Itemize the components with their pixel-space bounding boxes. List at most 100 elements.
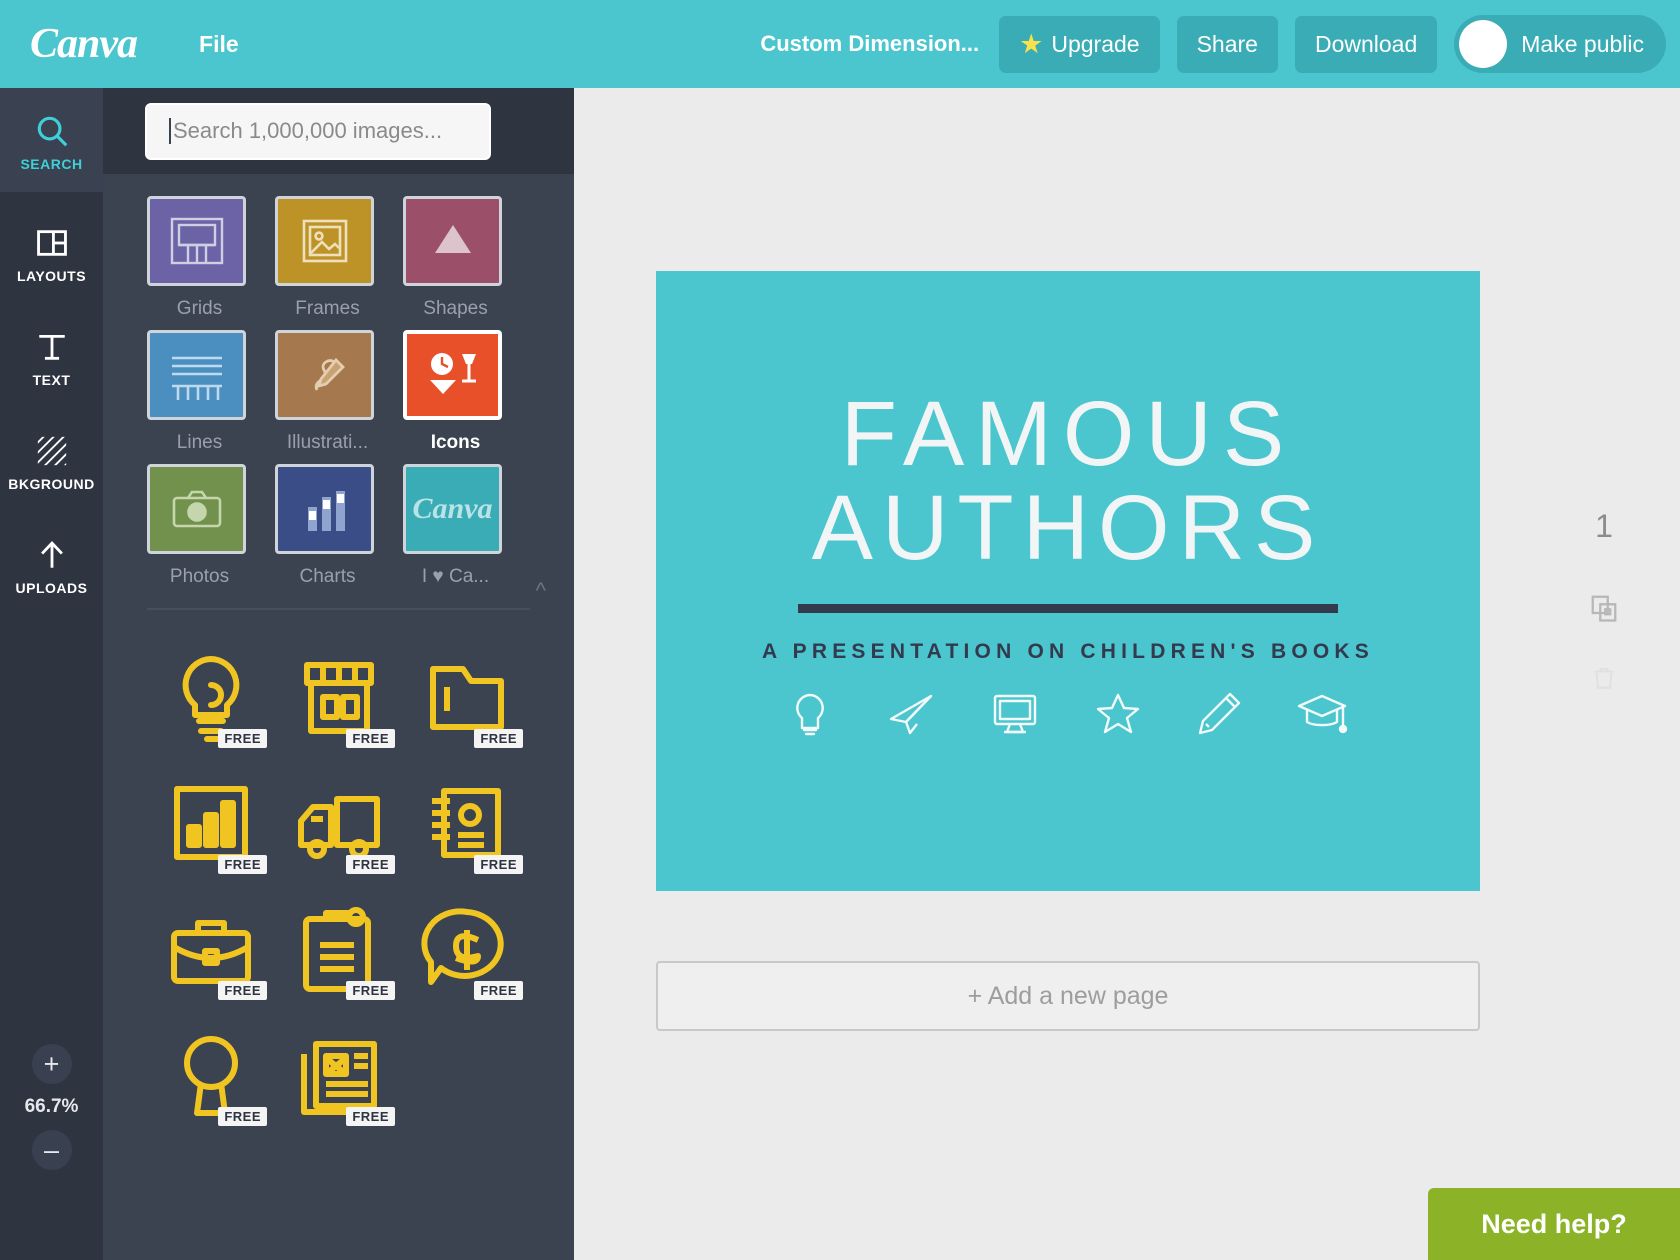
canva-editor: Canva File Custom Dimension... ★ Upgrade… [0, 0, 1680, 1260]
free-badge: FREE [218, 729, 267, 748]
free-badge: FREE [218, 1107, 267, 1126]
rail-divider [0, 192, 103, 200]
toggle-knob [1459, 20, 1508, 68]
category-tile-frames[interactable]: Frames [275, 196, 403, 320]
panel-header: Search 1,000,000 images... [103, 88, 574, 174]
list-item[interactable]: FREE [147, 634, 275, 760]
category-tile-grid: Grids Frames Shapes Lines Illustrati... … [147, 174, 547, 598]
share-button[interactable]: Share [1176, 15, 1278, 73]
monitor-icon [990, 691, 1040, 737]
design-icon-row [656, 690, 1480, 738]
free-badge: FREE [346, 981, 395, 1000]
panel-divider: ^ [147, 578, 546, 610]
list-item[interactable]: FREE [147, 886, 275, 1012]
document-dimension-label[interactable]: Custom Dimension... [760, 31, 979, 57]
design-rule [798, 603, 1338, 613]
page-title: FAMOUS AUTHORS [656, 383, 1480, 579]
file-menu[interactable]: File [199, 31, 239, 58]
page-controls: 1 [1564, 508, 1644, 733]
top-toolbar-actions: Custom Dimension... ★ Upgrade Share Down… [760, 0, 1680, 88]
zoom-out-button[interactable]: – [31, 1130, 72, 1170]
trash-icon[interactable] [1591, 664, 1617, 697]
add-new-page-button[interactable]: + Add a new page [656, 961, 1480, 1031]
search-placeholder: Search 1,000,000 images... [173, 118, 443, 143]
category-tile-label: I ♥ Ca... [421, 566, 490, 587]
sidebar-item-label: UPLOADS [15, 579, 88, 596]
canvas-workspace: FAMOUS AUTHORS A PRESENTATION ON CHILDRE… [574, 88, 1680, 1260]
free-badge: FREE [346, 729, 395, 748]
duplicate-page-icon[interactable] [1589, 593, 1619, 628]
i-love-canva-icon: Canva [403, 464, 502, 554]
sidebar-item-uploads[interactable]: UPLOADS [0, 512, 103, 616]
category-tile-label: Shapes [423, 298, 488, 319]
zoom-in-button[interactable]: + [31, 1044, 72, 1084]
category-tile-label: Lines [176, 432, 223, 453]
side-panel: Search 1,000,000 images... Grids Frames … [103, 88, 574, 1260]
layouts-icon [35, 221, 69, 265]
lightbulb-outline-icon [788, 690, 832, 738]
sidebar-item-label: SEARCH [20, 155, 83, 172]
design-subtitle: A PRESENTATION ON CHILDREN'S BOOKS [762, 639, 1374, 663]
design-page[interactable]: FAMOUS AUTHORS A PRESENTATION ON CHILDRE… [656, 271, 1480, 891]
category-tile-illustrations[interactable]: Illustrati... [275, 330, 403, 454]
star-icon: ★ [1019, 28, 1044, 59]
make-public-label: Make public [1521, 30, 1644, 57]
category-tile-icons[interactable]: Icons [403, 330, 531, 454]
download-button[interactable]: Download [1294, 15, 1438, 73]
canva-logo[interactable]: Canva [30, 20, 138, 68]
list-item[interactable]: FREE [147, 760, 275, 886]
photos-icon [147, 464, 246, 554]
category-tile-label: Frames [295, 298, 360, 319]
list-item[interactable]: FREE [147, 1012, 275, 1138]
free-badge: FREE [474, 729, 523, 748]
search-icon [33, 109, 71, 153]
list-item[interactable]: FREE [403, 886, 531, 1012]
list-item[interactable]: FREE [403, 760, 531, 886]
list-item[interactable]: FREE [275, 886, 403, 1012]
list-item[interactable]: FREE [275, 1012, 403, 1138]
text-icon [35, 325, 69, 369]
zoom-controls: + 66.7% – [0, 1044, 103, 1170]
make-public-toggle[interactable]: Make public [1454, 15, 1666, 73]
category-tile-label: Illustrati... [286, 432, 369, 453]
chevron-up-icon[interactable]: ^ [536, 578, 546, 604]
design-title-line2: AUTHORS [811, 476, 1325, 579]
category-tile-photos[interactable]: Photos [147, 464, 275, 588]
category-tile-lines[interactable]: Lines [147, 330, 275, 454]
sidebar-item-bkground[interactable]: BKGROUND [0, 408, 103, 512]
free-badge: FREE [346, 855, 395, 874]
list-item[interactable]: FREE [275, 760, 403, 886]
upgrade-button[interactable]: ★ Upgrade [999, 15, 1160, 73]
free-badge: FREE [218, 855, 267, 874]
category-tile-charts[interactable]: Charts [275, 464, 403, 588]
category-tile-label: Photos [169, 566, 230, 587]
search-input[interactable]: Search 1,000,000 images... [145, 102, 491, 160]
need-help-button[interactable]: Need help? [1428, 1188, 1680, 1260]
category-tile-label: Icons [430, 432, 481, 453]
page-number: 1 [1595, 508, 1613, 544]
upgrade-button-label: Upgrade [1051, 30, 1140, 57]
paper-plane-icon [886, 691, 936, 737]
graduation-cap-icon [1296, 691, 1348, 737]
shapes-icon [403, 196, 502, 286]
text-caret [169, 118, 171, 144]
sidebar-item-layouts[interactable]: LAYOUTS [0, 200, 103, 304]
icons-icon [403, 330, 502, 420]
list-item[interactable]: FREE [275, 634, 403, 760]
list-item[interactable]: FREE [403, 634, 531, 760]
frames-icon [275, 196, 374, 286]
background-icon [35, 429, 69, 473]
sidebar-item-label: LAYOUTS [16, 267, 87, 284]
top-toolbar: Canva File Custom Dimension... ★ Upgrade… [0, 0, 1680, 88]
lines-icon [147, 330, 246, 420]
design-title-line1: FAMOUS [840, 383, 1296, 485]
icon-results-grid: FREE FREE FREE FREE FREE FREE FREE FREE … [103, 634, 543, 1138]
illustrations-icon [275, 330, 374, 420]
category-tile-grids[interactable]: Grids [147, 196, 275, 320]
free-badge: FREE [474, 981, 523, 1000]
category-tile-shapes[interactable]: Shapes [403, 196, 531, 320]
star-outline-icon [1094, 691, 1142, 737]
sidebar-item-search[interactable]: SEARCH [0, 88, 103, 192]
sidebar-item-text[interactable]: TEXT [0, 304, 103, 408]
category-tile-i-love-canva[interactable]: Canva I ♥ Ca... [403, 464, 531, 588]
